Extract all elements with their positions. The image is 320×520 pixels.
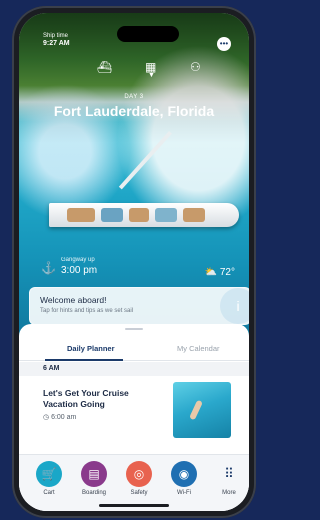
- status-time: 9:27 AM: [43, 40, 70, 47]
- wifi-icon: ◉: [171, 461, 197, 487]
- app-screen: Ship time 9:27 AM ••• ⛴ ▦ ▼ ⚇ DAY 3 Fort…: [19, 13, 249, 511]
- ship-icon[interactable]: ⛴: [97, 60, 112, 74]
- weather-info: ⛅ 72°: [205, 267, 235, 278]
- cruise-ship-image: [49, 203, 239, 227]
- welcome-subtitle: Tap for hints and tips as we set sail: [40, 308, 134, 314]
- gangway-time: 3:00 pm: [61, 265, 98, 276]
- life-ring-icon: ◎: [126, 461, 152, 487]
- port-title: Fort Lauderdale, Florida: [53, 103, 215, 119]
- tab-boarding[interactable]: ▤ Boarding: [74, 461, 114, 496]
- tab-safety[interactable]: ◎ Safety: [119, 461, 159, 496]
- tab-cart-label: Cart: [43, 490, 55, 496]
- tab-safety-label: Safety: [130, 490, 148, 496]
- profile-icon[interactable]: ⚇: [190, 60, 201, 74]
- info-icon[interactable]: i: [220, 288, 249, 324]
- welcome-title: Welcome aboard!: [40, 295, 107, 305]
- status-label: Ship time: [43, 33, 69, 39]
- weather-icon: ⛅: [204, 267, 218, 278]
- time-band-label: 6 AM: [43, 365, 60, 372]
- swimmer-figure: [189, 399, 203, 421]
- day-label: DAY 3: [124, 94, 144, 100]
- chat-icon[interactable]: •••: [217, 37, 231, 51]
- tab-daily-planner[interactable]: Daily Planner: [67, 344, 115, 353]
- cart-icon: 🛒: [36, 461, 62, 487]
- status-bar: Ship time 9:27 AM: [43, 33, 70, 48]
- event-title[interactable]: Let's Get Your Cruise Vacation Going: [43, 388, 153, 410]
- chevron-down-icon: ▼: [148, 72, 155, 79]
- grid-icon: ⠿: [224, 466, 234, 481]
- event-time: 6:00 am: [51, 414, 77, 421]
- bottom-tab-bar: 🛒 Cart ▤ Boarding ◎ Safety ◉ Wi-Fi ⠿ Mor…: [19, 454, 249, 511]
- weather-temp: 72°: [219, 267, 235, 278]
- tab-my-calendar[interactable]: My Calendar: [177, 344, 220, 353]
- time-band: 6 AM: [19, 362, 249, 376]
- planner-tabs: Daily Planner My Calendar: [19, 336, 249, 361]
- event-time-row: ◷ 6:00 am: [43, 413, 76, 421]
- sheet-grabber[interactable]: [125, 328, 143, 330]
- tab-more[interactable]: ⠿ More: [209, 461, 249, 496]
- clock-icon: ◷: [43, 414, 50, 421]
- event-image[interactable]: [173, 382, 231, 438]
- welcome-card[interactable]: Welcome aboard! Tap for hints and tips a…: [29, 287, 249, 325]
- boarding-pass-icon: ▤: [81, 461, 107, 487]
- home-indicator: [99, 504, 169, 507]
- dynamic-island: [117, 26, 179, 42]
- tab-wifi-label: Wi-Fi: [177, 490, 191, 496]
- gangway-label: Gangway up: [61, 257, 95, 263]
- anchor-icon: ⚓: [41, 261, 56, 275]
- tab-more-label: More: [222, 490, 236, 496]
- tab-cart[interactable]: 🛒 Cart: [29, 461, 69, 496]
- tab-boarding-label: Boarding: [81, 490, 107, 496]
- active-tab-indicator: [45, 359, 123, 361]
- phone-frame: Ship time 9:27 AM ••• ⛴ ▦ ▼ ⚇ DAY 3 Fort…: [12, 6, 256, 518]
- tab-wifi[interactable]: ◉ Wi-Fi: [164, 461, 204, 496]
